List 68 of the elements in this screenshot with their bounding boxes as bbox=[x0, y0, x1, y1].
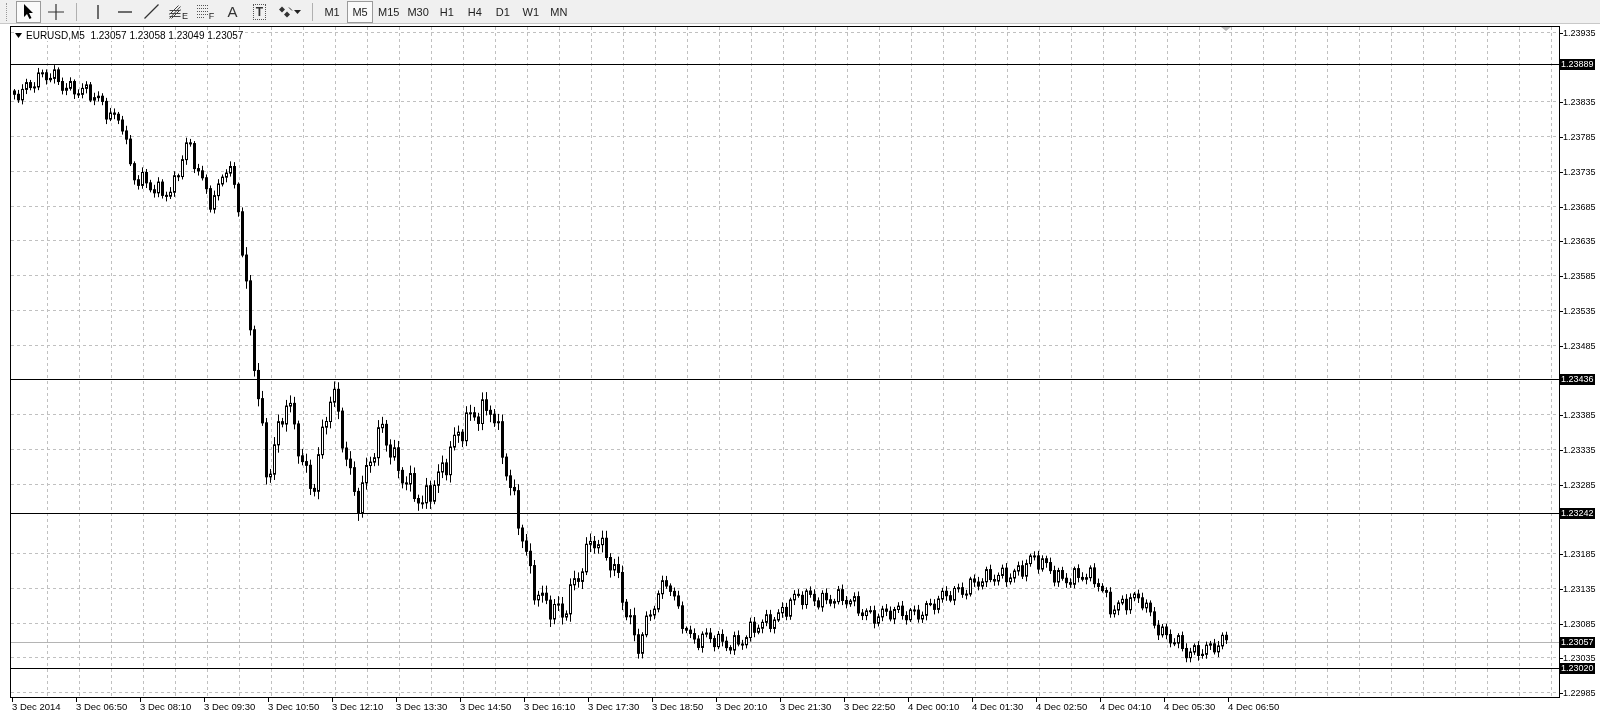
arrows-icon bbox=[279, 5, 293, 18]
time-axis-label: 3 Dec 21:30 bbox=[780, 701, 832, 712]
fan-lines-icon bbox=[169, 4, 181, 19]
timeframe-button[interactable]: H1 bbox=[433, 0, 460, 23]
chart-shift-marker-icon[interactable] bbox=[1221, 27, 1231, 31]
time-axis-label: 3 Dec 06:50 bbox=[76, 701, 128, 712]
dropdown-triangle-icon[interactable] bbox=[15, 33, 22, 38]
level-price-label: 1.23242 bbox=[1560, 508, 1595, 520]
timeframe-button[interactable]: M15 bbox=[375, 0, 403, 23]
time-axis-label: 4 Dec 05:30 bbox=[1164, 701, 1216, 712]
price-axis-label: 1.23485 bbox=[1563, 340, 1596, 352]
symbol-quote-header: EURUSD,M5 1.23057 1.23058 1.23049 1.23057 bbox=[26, 30, 244, 41]
horizontal-line-icon bbox=[117, 10, 132, 13]
time-axis-label: 4 Dec 02:50 bbox=[1036, 701, 1088, 712]
timeframe-button[interactable]: M5 bbox=[347, 0, 373, 23]
price-axis-label: 1.23785 bbox=[1563, 132, 1596, 144]
timeframe-button[interactable]: W1 bbox=[517, 0, 544, 23]
timeframe-button[interactable]: MN bbox=[545, 0, 572, 23]
price-axis-label: 1.23085 bbox=[1563, 618, 1596, 630]
level-price-label: 1.23020 bbox=[1560, 662, 1595, 674]
dotted-grid-icon bbox=[196, 5, 208, 18]
time-axis-label: 3 Dec 14:50 bbox=[460, 701, 512, 712]
time-axis-label: 4 Dec 01:30 bbox=[972, 701, 1024, 712]
price-axis-label: 1.23135 bbox=[1563, 583, 1596, 595]
time-axis-label: 3 Dec 08:10 bbox=[140, 701, 192, 712]
time-axis-label: 3 Dec 13:30 bbox=[396, 701, 448, 712]
trend-line-icon bbox=[144, 4, 159, 19]
price-axis-label: 1.23935 bbox=[1563, 28, 1596, 39]
price-axis-label: 1.23285 bbox=[1563, 479, 1596, 491]
timeframe-button[interactable]: M30 bbox=[404, 0, 432, 23]
price-axis-label: 1.23185 bbox=[1563, 549, 1596, 561]
price-axis-label: 1.23735 bbox=[1563, 166, 1596, 178]
price-axis-label: 1.23635 bbox=[1563, 236, 1596, 248]
level-price-label: 1.23436 bbox=[1560, 373, 1595, 385]
bid-price-label: 1.23057 bbox=[1560, 636, 1595, 648]
time-axis-label: 3 Dec 22:50 bbox=[844, 701, 896, 712]
grid-tool-button[interactable]: F bbox=[193, 0, 218, 23]
vertical-line-icon bbox=[96, 4, 99, 19]
price-axis-label: 1.23835 bbox=[1563, 97, 1596, 109]
cursor-arrow-icon bbox=[23, 3, 34, 20]
time-axis-label: 4 Dec 04:10 bbox=[1100, 701, 1152, 712]
price-axis-label: 1.22985 bbox=[1563, 688, 1596, 699]
price-axis-label: 1.23685 bbox=[1563, 201, 1596, 213]
timeframe-button[interactable]: M1 bbox=[319, 0, 345, 23]
text-tool-button[interactable]: A bbox=[220, 0, 245, 23]
time-axis-label: 3 Dec 17:30 bbox=[588, 701, 640, 712]
crosshair-icon bbox=[47, 3, 64, 20]
time-axis-label: 3 Dec 10:50 bbox=[268, 701, 320, 712]
time-axis-label: 4 Dec 00:10 bbox=[908, 701, 960, 712]
price-axis-label: 1.23535 bbox=[1563, 305, 1596, 317]
time-axis-label: 3 Dec 09:30 bbox=[204, 701, 256, 712]
time-axis-label: 3 Dec 12:10 bbox=[332, 701, 384, 712]
price-axis-label: 1.23035 bbox=[1563, 653, 1596, 665]
price-axis-label: 1.23585 bbox=[1563, 271, 1596, 283]
caret-icon bbox=[293, 9, 301, 14]
time-axis-label: 3 Dec 18:50 bbox=[652, 701, 704, 712]
timeframe-button[interactable]: H4 bbox=[461, 0, 488, 23]
fibo-tool-button[interactable]: E bbox=[166, 0, 191, 23]
time-axis-label: 3 Dec 20:10 bbox=[716, 701, 768, 712]
level-price-label: 1.23889 bbox=[1560, 58, 1595, 70]
time-axis-label: 3 Dec 16:10 bbox=[524, 701, 576, 712]
cursor-tool-button[interactable] bbox=[16, 0, 41, 23]
price-axis-label: 1.23385 bbox=[1563, 410, 1596, 422]
time-axis-label: 3 Dec 2014 bbox=[12, 701, 61, 712]
label-tool-button[interactable]: T bbox=[247, 0, 272, 23]
time-axis-label: 4 Dec 06:50 bbox=[1228, 701, 1280, 712]
price-axis-label: 1.23335 bbox=[1563, 444, 1596, 456]
timeframe-button[interactable]: D1 bbox=[489, 0, 516, 23]
